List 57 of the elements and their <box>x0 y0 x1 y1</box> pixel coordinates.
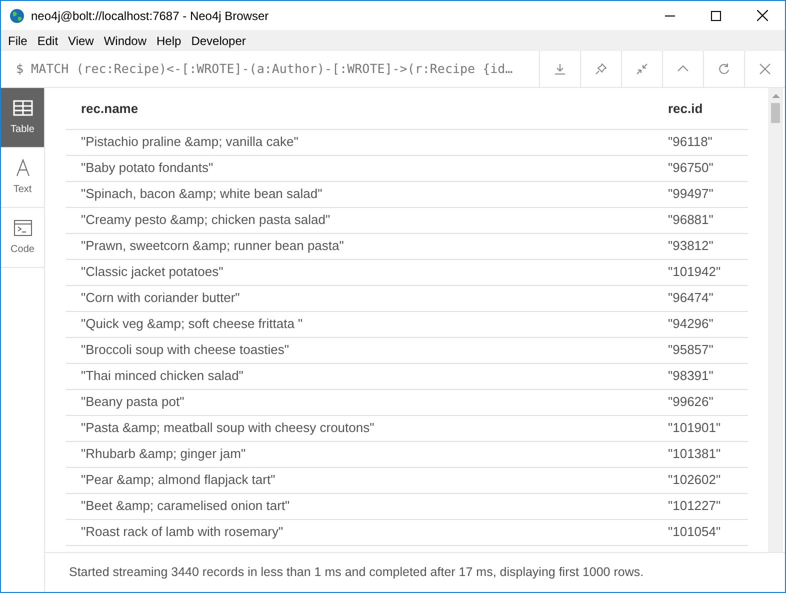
table-cell: "Beet &amp; caramelised onion tart" <box>66 493 668 519</box>
table-cell: "95857" <box>668 337 748 363</box>
scrollbar-thumb[interactable] <box>771 103 780 123</box>
query-editor[interactable]: $ MATCH (rec:Recipe)<-[:WROTE]-(a:Author)-[:WROTE]->(r:Recipe {id… <box>1 51 539 87</box>
table-cell: "Pear &amp; almond flapjack tart" <box>66 467 668 493</box>
menu-item[interactable]: File <box>3 32 32 50</box>
menu-item[interactable]: Window <box>98 32 152 50</box>
table-cell: "96881" <box>668 207 748 233</box>
download-icon <box>553 62 567 76</box>
table-cell: "Baby potato fondants" <box>66 155 668 181</box>
refresh-icon <box>717 62 731 76</box>
globe-icon <box>9 8 25 24</box>
table-cell: "Rhubarb &amp; ginger jam" <box>66 441 668 467</box>
table-cell: "Classic jacket potatoes" <box>66 259 668 285</box>
table-cell: "99497" <box>668 181 748 207</box>
close-icon <box>758 62 772 76</box>
scroll-up-icon[interactable] <box>772 92 780 100</box>
table-cell: "Pistachio praline &amp; vanilla cake" <box>66 129 668 155</box>
table-cell: "94296" <box>668 311 748 337</box>
menu-item[interactable]: View <box>63 32 99 50</box>
terminal-icon <box>12 218 32 238</box>
table-cell: "98391" <box>668 363 748 389</box>
window-title: neo4j@bolt://localhost:7687 - Neo4j Browser <box>31 8 269 24</box>
table-cell: "102602" <box>668 467 748 493</box>
collapse-icon <box>635 62 649 76</box>
table-cell: "Beany pasta pot" <box>66 389 668 415</box>
view-tab[interactable]: Table <box>1 88 44 148</box>
status-message: Started streaming 3440 records in less than 1 ms and completed after 17 ms, displaying first 1000 rows. <box>69 564 644 582</box>
table-cell: "101381" <box>668 441 748 467</box>
table-cell: "Quick veg &amp; soft cheese frittata " <box>66 311 668 337</box>
table-cell: "101054" <box>668 519 748 545</box>
table-cell: "93812" <box>668 233 748 259</box>
table-icon <box>12 98 32 118</box>
table-cell: "Thai minced chicken salad" <box>66 363 668 389</box>
pin-icon <box>594 62 608 76</box>
table-cell: "96474" <box>668 285 748 311</box>
maximize-icon <box>711 10 721 20</box>
menu-item[interactable]: Edit <box>32 32 64 50</box>
table-cell: "101227" <box>668 493 748 519</box>
table-cell: "Broccoli soup with cheese toasties" <box>66 337 668 363</box>
table-cell: "96118" <box>668 129 748 155</box>
close-icon <box>756 10 768 21</box>
menu-item[interactable]: Help <box>152 32 186 50</box>
table-cell: "101942" <box>668 259 748 285</box>
table-cell: "96750" <box>668 155 748 181</box>
column-header: rec.name <box>66 88 668 129</box>
table-cell: "Spinach, bacon &amp; white bean salad" <box>66 181 668 207</box>
scrollbar[interactable] <box>768 88 783 552</box>
table-cell: "Corn with coriander butter" <box>66 285 668 311</box>
table-cell: "Creamy pesto &amp; chicken pasta salad" <box>66 207 668 233</box>
table-cell: "Pasta &amp; meatball soup with cheesy croutons" <box>66 415 668 441</box>
table-cell: "Prawn, sweetcorn &amp; runner bean pasta" <box>66 233 668 259</box>
menu-item[interactable]: Developer <box>186 32 251 50</box>
table-cell: "101901" <box>668 415 748 441</box>
table-cell: "99626" <box>668 389 748 415</box>
table-cell: "Roast rack of lamb with rosemary" <box>66 519 668 545</box>
column-header: rec.id <box>668 88 748 129</box>
